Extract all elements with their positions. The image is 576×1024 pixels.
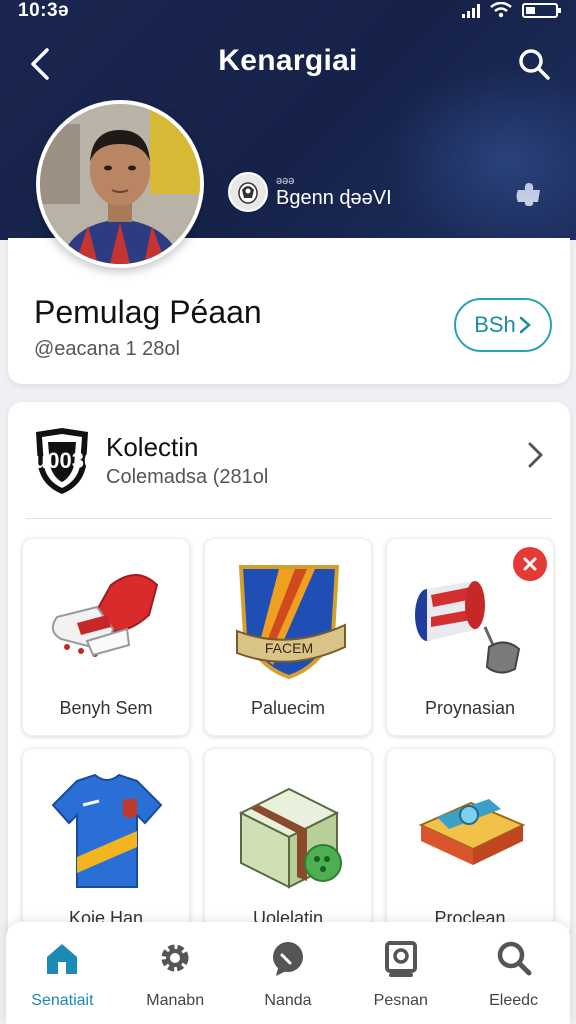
player-photo [40,104,200,264]
item-label: Paluecim [250,698,326,718]
search-button[interactable] [514,44,554,84]
collection-header[interactable]: \u0036 Kolectin Colemadsa (281ol [8,402,570,518]
battery-icon [522,3,561,18]
search-icon [519,49,550,80]
club-logo-icon [228,172,268,212]
signal-icon [462,4,480,18]
nav-label: Pesnan [373,992,428,1009]
club-small-text: əəə [276,174,295,187]
nav-item-manage[interactable]: Manabn [119,922,232,1024]
status-time: 10:3ə [18,0,70,21]
nav-item-scan[interactable]: Pesnan [344,922,457,1024]
scarf-icon [415,581,521,674]
status-icons [462,2,561,18]
page-title: Kenargiai [218,44,358,77]
nav-item-home[interactable]: Senatiait [6,922,119,1024]
collection-subtitle: Colemadsa (281ol [106,466,269,488]
chevron-right-icon [519,316,531,334]
profile-name: Pemulag Péaan [34,294,262,330]
collection-item-box[interactable]: Uolelatin [204,748,372,942]
nav-item-chat[interactable]: Nanda [232,922,345,1024]
club-name: Bgenn ɖəəVI [276,186,392,209]
collection-item-pack[interactable]: Proclean [386,748,554,942]
collection-item-boots[interactable]: Benyh Sem [22,538,190,736]
bsh-button[interactable]: BSh [454,298,552,352]
divider [26,518,552,519]
search-icon [497,941,532,976]
collection-card: \u0036 Kolectin Colemadsa (281ol Benyh S… [8,402,570,942]
gear-icon [161,944,189,972]
svg-text:FACEM: FACEM [265,640,313,656]
box-icon [238,787,342,889]
bsh-button-label: BSh [474,312,516,337]
collection-item-scarf[interactable]: Proynasian [386,538,554,736]
collection-item-crest[interactable]: FACEM Paluecim [204,538,372,736]
nav-label: Nanda [264,992,312,1009]
avatar[interactable] [36,100,204,268]
nav-label: Manabn [146,992,205,1009]
club-text: əəə Bgenn ɖəəVI [276,174,392,209]
home-icon [47,944,78,974]
boots-icon [51,574,159,657]
profile-handle: @eacana 1 28ol [34,338,180,360]
wifi-icon [490,2,512,18]
item-label: Proynasian [424,698,516,718]
svg-text:\u0036: \u0036 [32,448,92,473]
jersey-icon [51,773,163,888]
nav-label: Senatiait [31,992,94,1009]
collection-item-jersey[interactable]: Koie Han [22,748,190,942]
scan-icon [384,941,417,977]
nav-item-search[interactable]: Eleedc [457,922,570,1024]
collection-grid: Benyh Sem FACEM Paluecim Proynasian Koie… [22,538,554,942]
chevron-right-icon [528,442,543,468]
nav-label: Eleedc [489,992,539,1009]
collection-title: Kolectin [106,432,199,462]
club-crest-icon: \u0036 [32,428,92,494]
crest-icon: FACEM [236,565,346,680]
club-info[interactable]: əəə Bgenn ɖəəVI [228,172,392,212]
pack-icon [418,799,526,865]
item-label: Benyh Sem [59,698,153,718]
chat-icon [272,942,303,976]
status-bar: 10:3ə [0,0,576,30]
bottom-nav: Senatiait Manabn Nanda Pesnan Eleedc [6,922,570,1024]
puzzle-icon[interactable] [512,176,546,210]
